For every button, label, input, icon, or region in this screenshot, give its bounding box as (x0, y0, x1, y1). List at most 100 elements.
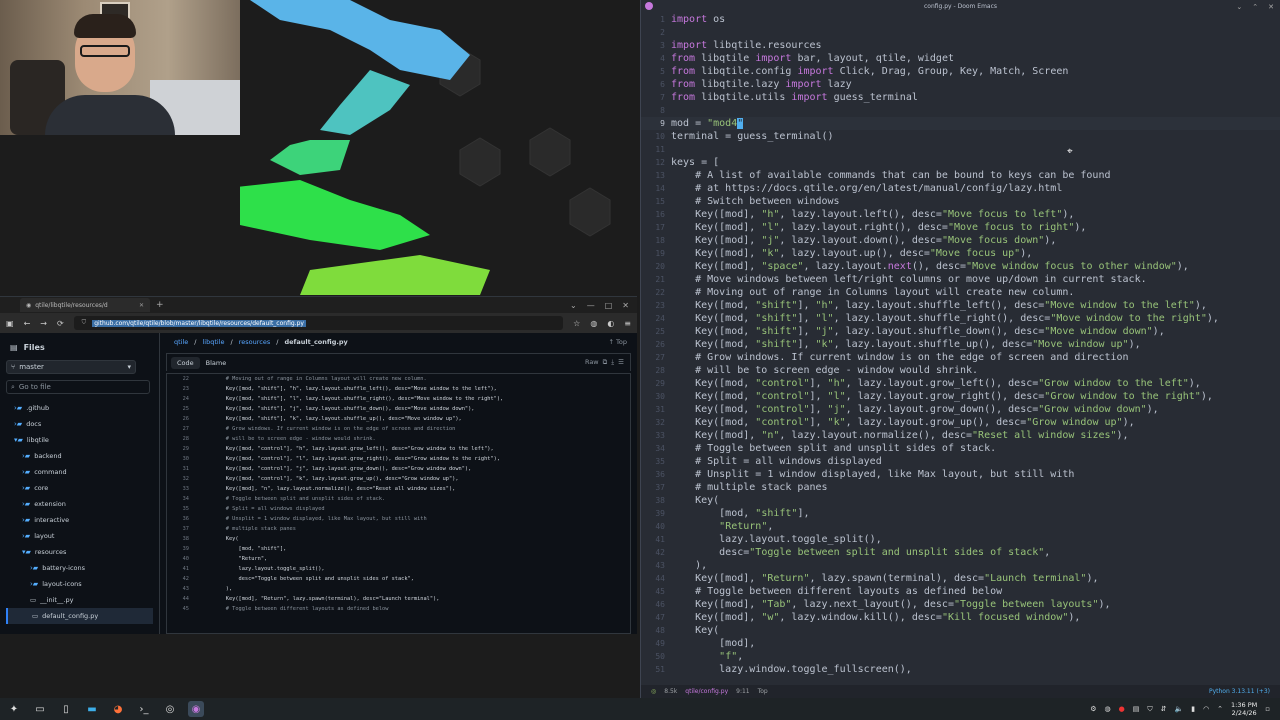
code-line: 45 # Toggle between different layouts as… (655, 586, 1003, 597)
forward-icon[interactable]: → (40, 319, 47, 328)
tree-item[interactable]: ›▰ core (6, 480, 153, 496)
clock-date: 2/24/26 (1231, 709, 1257, 717)
tree-item[interactable]: ›▰ docs (6, 416, 153, 432)
clock[interactable]: 1:36 PM 2/24/26 (1231, 701, 1257, 717)
record-icon[interactable]: ● (1119, 705, 1125, 713)
url-text: github.com/qtile/qtile/blob/master/libqt… (92, 319, 306, 327)
minimize-icon[interactable]: — (587, 301, 595, 310)
emacs-icon[interactable]: ◉ (188, 701, 204, 717)
arrow-up-icon: ↑ (608, 338, 614, 346)
text-editor-icon[interactable]: ▯ (58, 701, 74, 717)
tree-item-label: battery-icons (42, 564, 86, 572)
tree-item-label: core (34, 484, 49, 492)
code-line: 26 Key([mod, "shift"], "k", lazy.layout.… (167, 416, 630, 426)
breadcrumb-link[interactable]: resources (239, 338, 271, 346)
code-line: 32 Key([mod, "control"], "k", lazy.layou… (655, 417, 1135, 428)
line-number: 30 (182, 456, 189, 462)
top-link[interactable]: ↑ Top (609, 338, 628, 346)
url-bar[interactable]: ⛉ github.com/qtile/qtile/blob/master/lib… (73, 316, 564, 330)
folder-icon: ›▰ (22, 452, 31, 460)
line-number: 23 (182, 386, 189, 392)
menu-icon[interactable]: ≡ (624, 319, 631, 328)
show-desktop-icon[interactable]: ▫ (1265, 705, 1270, 713)
maximize-icon[interactable]: ⌃ (1252, 3, 1258, 11)
panel-toggle-icon[interactable]: ▤ (10, 343, 18, 352)
steam-icon[interactable]: ⚙ (1090, 705, 1096, 713)
konsole-icon[interactable]: ›_ (136, 701, 152, 717)
tab-blame[interactable]: Blame (206, 359, 227, 367)
symbols-icon[interactable]: ☰ (618, 358, 624, 367)
tree-item[interactable]: ›▰ interactive (6, 512, 153, 528)
minimize-icon[interactable]: ⌄ (1236, 3, 1242, 11)
tree-item[interactable]: ›▰ extension (6, 496, 153, 512)
battery-icon[interactable]: ▮ (1191, 705, 1195, 713)
breadcrumb-link[interactable]: libqtile (203, 338, 225, 346)
discord-icon[interactable]: ◍ (1105, 705, 1111, 713)
code-line: 13 # A list of available commands that c… (655, 170, 1111, 181)
tree-item[interactable]: ▭ __init__.py (6, 592, 153, 608)
volume-icon[interactable]: 🔈 (1174, 705, 1183, 713)
back-icon[interactable]: ← (24, 319, 31, 328)
close-window-icon[interactable]: ✕ (622, 301, 629, 310)
code-line: 41 lazy.layout.toggle_split(), (655, 534, 882, 545)
new-tab-icon[interactable]: + (156, 300, 164, 310)
download-icon[interactable]: ⤓ (611, 358, 614, 367)
raw-button[interactable]: Raw (585, 358, 599, 367)
code-line: 27 # Grow windows. If current window is … (655, 352, 1129, 363)
tray-expand-icon[interactable]: ⌃ (1217, 705, 1223, 713)
clipboard-icon[interactable]: ▤ (1133, 705, 1140, 713)
account-icon[interactable]: ◐ (607, 319, 614, 328)
tree-item[interactable]: ›▰ backend (6, 448, 153, 464)
tree-item[interactable]: ▾▰ resources (6, 544, 153, 560)
tree-item[interactable]: ▾▰ libqtile (6, 432, 153, 448)
tree-item[interactable]: ›▰ layout (6, 528, 153, 544)
modeline-language: Python 3.13.11 (+3) (1208, 688, 1270, 695)
tree-item-label: docs (26, 420, 42, 428)
goto-file-input[interactable]: ⌕ Go to file (6, 380, 150, 394)
code-view-tabs: Code Blame Raw ⧉ ⤓ ☰ (166, 353, 631, 371)
usb-icon[interactable]: ⇵ (1161, 705, 1167, 713)
code-line: 20 Key([mod], "space", lazy.layout.next(… (655, 261, 1189, 272)
tab-list-icon[interactable]: ⌄ (570, 301, 577, 310)
copy-icon[interactable]: ⧉ (603, 358, 608, 367)
branch-selector[interactable]: ⑂ master ▾ (6, 360, 136, 374)
browser-tab[interactable]: ◉ qtile/libqtile/resources/d ✕ (20, 298, 150, 312)
sidebar-toggle-icon[interactable]: ▣ (6, 319, 14, 328)
wifi-icon[interactable]: ◠ (1203, 705, 1209, 713)
line-text: "Return", (213, 556, 268, 562)
code-line: 23 Key([mod, "shift"], "h", lazy.layout.… (655, 300, 1207, 311)
tree-item[interactable]: ›▰ .github (6, 400, 153, 416)
code-line: 5 from libqtile.config import Click, Drag… (660, 66, 1069, 77)
close-icon[interactable]: ✕ (1268, 3, 1274, 11)
tree-item[interactable]: ›▰ command (6, 464, 153, 480)
tree-item[interactable]: ›▰ battery-icons (6, 560, 153, 576)
close-tab-icon[interactable]: ✕ (139, 302, 144, 309)
terminal-icon[interactable]: ▭ (32, 701, 48, 717)
app-launcher-icon[interactable]: ✦ (6, 701, 22, 717)
obs-icon[interactable]: ◎ (162, 701, 178, 717)
maximize-icon[interactable]: □ (605, 301, 613, 310)
vpn-icon[interactable]: ⛉ (1147, 705, 1152, 714)
code-line: 35 # Split = all windows displayed (655, 456, 882, 467)
code-viewer[interactable]: 22 # Moving out of range in Columns layo… (166, 373, 631, 634)
extension-icon[interactable]: ◍ (590, 319, 597, 328)
code-editor[interactable]: 1 import os 2 3 import libqtile.resources … (641, 13, 1280, 685)
tree-item-label: .github (26, 404, 50, 412)
tree-item-label: __init__.py (40, 596, 74, 604)
tree-item[interactable]: ▭ default_config.py (6, 608, 153, 624)
reload-icon[interactable]: ⟳ (57, 319, 64, 328)
tree-item[interactable]: ›▰ layout-icons (6, 576, 153, 592)
file-manager-icon[interactable]: ▬ (84, 701, 100, 717)
code-line: 23 Key([mod, "shift"], "h", lazy.layout.… (167, 386, 630, 396)
chevron-down-icon: ▾ (127, 363, 131, 371)
file-content-panel: qtile / libqtile / resources / default_conf… (160, 333, 637, 634)
code-line: 50 "f", (655, 651, 744, 662)
branch-icon: ⑂ (11, 363, 16, 371)
bookmark-star-icon[interactable]: ☆ (573, 319, 580, 328)
line-number: 38 (182, 536, 189, 542)
breadcrumb-link[interactable]: qtile (174, 338, 188, 346)
tab-code[interactable]: Code (171, 356, 200, 369)
line-number: 37 (182, 526, 189, 532)
firefox-icon[interactable]: ◕ (110, 701, 126, 717)
file-icon: ▭ (32, 612, 39, 620)
